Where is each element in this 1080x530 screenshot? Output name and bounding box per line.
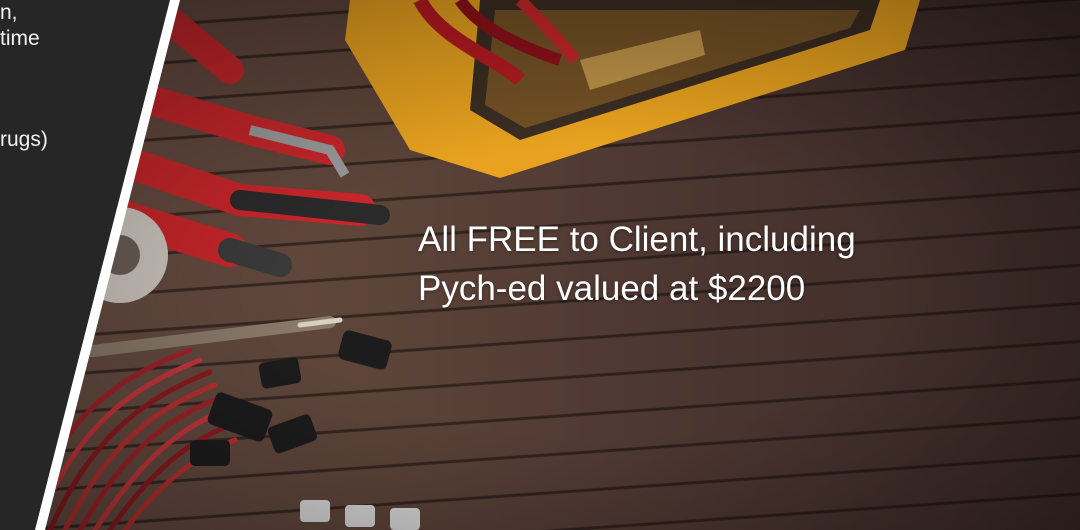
free-to-client-callout: All FREE to Client, including Pych-ed va… [418,215,856,313]
panel-text-line-3: rugs) [0,128,48,151]
callout-line-1: All FREE to Client, including [418,220,856,259]
panel-text-line-2: time [0,27,40,50]
panel-text-line-1: n, [0,1,18,24]
slide: n, time rugs) All FREE to Client, includ… [0,0,1080,530]
callout-line-2: Pych-ed valued at $2200 [418,269,806,308]
